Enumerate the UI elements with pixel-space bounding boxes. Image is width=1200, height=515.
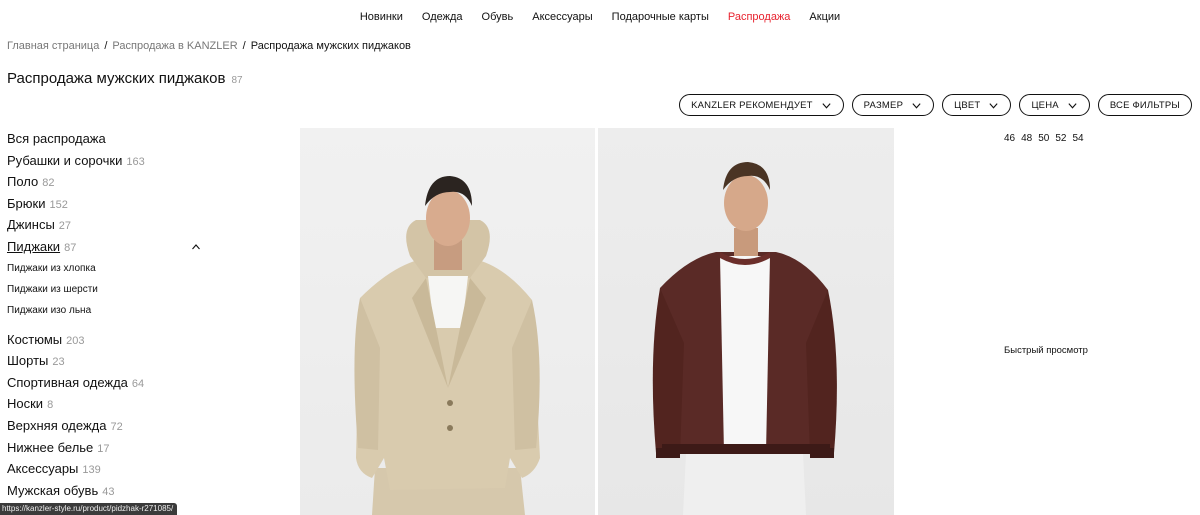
product-card-image[interactable] (598, 128, 894, 515)
category-socks[interactable]: Носки 8 (7, 393, 207, 415)
category-all-sale[interactable]: Вся распродажа (7, 128, 207, 150)
category-outerwear[interactable]: Верхняя одежда 72 (7, 415, 207, 437)
nav-item-gift-cards[interactable]: Подарочные карты (602, 10, 718, 24)
chevron-down-icon (912, 102, 921, 109)
size-options: 46 48 50 52 54 (1004, 133, 1084, 144)
nav-item-clothing[interactable]: Одежда (412, 10, 472, 24)
category-blazers[interactable]: Пиджаки 87 (7, 236, 207, 258)
subcategory-linen[interactable]: Пиджаки изо льна (7, 300, 207, 321)
breadcrumb-current: Распродажа мужских пиджаков (250, 40, 411, 52)
category-label: Носки (7, 396, 44, 412)
nav-item-new[interactable]: Новинки (350, 10, 412, 24)
filter-bar: KANZLER РЕКОМЕНДУЕТ РАЗМЕР ЦВЕТ ЦЕНА ВСЕ… (679, 94, 1192, 116)
category-underwear[interactable]: Нижнее белье 17 (7, 437, 207, 459)
category-count: 43 (102, 485, 115, 498)
category-polo[interactable]: Поло 82 (7, 171, 207, 193)
category-shirts[interactable]: Рубашки и сорочки 163 (7, 150, 207, 172)
category-label: Мужская обувь (7, 482, 99, 498)
filter-size-button[interactable]: РАЗМЕР (851, 94, 935, 116)
category-count: 152 (49, 198, 68, 211)
breadcrumb-home[interactable]: Главная страница (7, 40, 99, 52)
category-label: Брюки (7, 195, 46, 211)
breadcrumb-separator: / (104, 40, 108, 52)
category-jeans[interactable]: Джинсы 27 (7, 214, 207, 236)
all-filters-button[interactable]: ВСЕ ФИЛЬТРЫ (1097, 94, 1192, 116)
breadcrumb-separator: / (242, 40, 246, 52)
product-photo-beige-blazer (354, 176, 540, 515)
product-photo-burgundy-jacket (652, 162, 837, 515)
category-accessories[interactable]: Аксессуары 139 (7, 458, 207, 480)
size-option[interactable]: 54 (1073, 133, 1084, 144)
category-label: Пиджаки (7, 238, 61, 254)
page-title: Распродажа мужских пиджаков (7, 70, 226, 87)
category-label: Костюмы (7, 331, 63, 347)
filter-label: ЦВЕТ (954, 99, 981, 111)
filter-recommended-button[interactable]: KANZLER РЕКОМЕНДУЕТ (679, 94, 844, 116)
filter-label: ЦЕНА (1031, 99, 1059, 111)
product-count: 87 (231, 75, 243, 86)
category-mens-shoes[interactable]: Мужская обувь 43 (7, 480, 207, 502)
category-label: Джинсы (7, 217, 55, 233)
filter-label: ВСЕ ФИЛЬТРЫ (1109, 99, 1180, 111)
nav-item-accessories[interactable]: Аксессуары (523, 10, 602, 24)
size-option[interactable]: 46 (1004, 133, 1015, 144)
category-sportswear[interactable]: Спортивная одежда 64 (7, 372, 207, 394)
breadcrumb: Главная страница / Распродажа в KANZLER … (7, 40, 411, 52)
breadcrumb-sale[interactable]: Распродажа в KANZLER (112, 40, 237, 52)
chevron-down-icon (989, 102, 999, 109)
category-label: Поло (7, 174, 39, 190)
category-count: 23 (52, 356, 65, 369)
product-card-image[interactable] (300, 128, 595, 515)
page-title-block: Распродажа мужских пиджаков 87 (7, 70, 243, 87)
filter-label: РАЗМЕР (863, 99, 904, 111)
category-count: 8 (47, 399, 54, 412)
chevron-up-icon[interactable] (191, 236, 201, 258)
subcategory-cotton[interactable]: Пиджаки из хлопка (7, 258, 207, 279)
category-label: Рубашки и сорочки (7, 152, 123, 168)
category-count: 27 (58, 220, 72, 233)
nav-item-sale[interactable]: Распродажа (718, 10, 800, 24)
category-label: Вся распродажа (7, 131, 106, 146)
category-label: Спортивная одежда (7, 374, 128, 390)
category-label: Шорты (7, 353, 49, 369)
subcategory-wool[interactable]: Пиджаки из шерсти (7, 279, 207, 300)
filter-color-button[interactable]: ЦВЕТ (942, 94, 1012, 116)
category-count: 82 (42, 177, 55, 190)
category-count: 87 (64, 241, 77, 254)
category-count: 72 (110, 420, 123, 433)
size-option[interactable]: 52 (1055, 133, 1066, 144)
filter-label: KANZLER РЕКОМЕНДУЕТ (691, 99, 813, 111)
category-label: Аксессуары (7, 461, 79, 477)
size-option[interactable]: 48 (1021, 133, 1032, 144)
status-bar-url: https://kanzler-style.ru/product/pidzhak… (0, 503, 178, 515)
nav-item-shoes[interactable]: Обувь (472, 10, 523, 24)
category-count: 139 (82, 464, 101, 477)
chevron-down-icon (1068, 102, 1077, 109)
category-label: Верхняя одежда (7, 417, 107, 433)
category-count: 64 (131, 377, 145, 390)
nav-item-promotions[interactable]: Акции (800, 10, 850, 24)
category-count: 203 (66, 334, 85, 347)
category-count: 17 (97, 442, 110, 455)
chevron-down-icon (822, 102, 831, 109)
size-option[interactable]: 50 (1038, 133, 1049, 144)
top-navigation: Новинки Одежда Обувь Аксессуары Подарочн… (0, 10, 1200, 24)
quick-view-button[interactable]: Быстрый просмотр (1004, 345, 1088, 356)
category-label: Нижнее белье (7, 439, 94, 455)
category-count: 163 (126, 155, 145, 168)
category-suits[interactable]: Костюмы 203 (7, 329, 207, 351)
category-shorts[interactable]: Шорты 23 (7, 350, 207, 372)
category-sidebar: Вся распродажа Рубашки и сорочки 163 Пол… (7, 128, 207, 501)
filter-price-button[interactable]: ЦЕНА (1019, 94, 1090, 116)
category-trousers[interactable]: Брюки 152 (7, 193, 207, 215)
